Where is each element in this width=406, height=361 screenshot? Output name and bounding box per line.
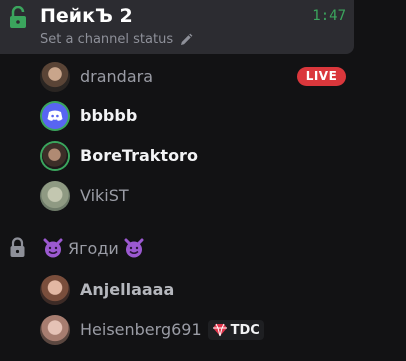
username: drandara xyxy=(80,67,154,86)
pencil-icon xyxy=(181,33,193,45)
voice-channel-yagodi[interactable]: Ягоди xyxy=(0,232,354,264)
avatar xyxy=(40,62,70,92)
call-timer: 1:47 xyxy=(312,8,346,24)
voice-user-anjellaaaa[interactable]: Anjellaaaa xyxy=(40,273,174,307)
channel-name: ПейкЪ 2 xyxy=(40,5,133,27)
set-channel-status[interactable]: Set a channel status xyxy=(40,32,193,48)
voice-user-drandara[interactable]: drandara xyxy=(40,60,153,94)
gem-icon xyxy=(212,323,227,337)
voice-channel-list: ПейкЪ 2 1:47 Set a channel status dranda… xyxy=(0,0,406,361)
active-voice-channel[interactable]: ПейкЪ 2 1:47 Set a channel status xyxy=(0,0,354,54)
username: VikiST xyxy=(80,186,129,205)
channel-name: Ягоди xyxy=(42,237,145,259)
username: bbbbb xyxy=(80,106,138,125)
avatar xyxy=(40,181,70,211)
tag-text: TDC xyxy=(230,322,260,338)
username: Heisenberg691 xyxy=(80,320,202,339)
username: BoreTraktoro xyxy=(80,146,198,165)
discord-logo-icon xyxy=(47,110,63,121)
live-badge[interactable]: LIVE xyxy=(297,67,346,86)
voice-user-boretraktoro[interactable]: BoreTraktoro xyxy=(40,139,198,173)
avatar xyxy=(42,103,68,129)
avatar xyxy=(40,275,70,305)
voice-user-heisenberg691[interactable]: Heisenberg691 TDC xyxy=(40,313,264,347)
smiling-imp-emoji-icon xyxy=(124,238,144,258)
voice-user-bbbbb[interactable]: bbbbb xyxy=(40,99,137,133)
avatar xyxy=(40,315,70,345)
voice-user-vikist[interactable]: VikiST xyxy=(40,179,129,213)
server-tag-badge[interactable]: TDC xyxy=(207,320,264,340)
lock-open-icon xyxy=(10,6,26,28)
lock-icon xyxy=(10,237,25,257)
status-placeholder: Set a channel status xyxy=(40,32,174,47)
channel-name-text: Ягоди xyxy=(68,238,119,258)
smiling-imp-emoji-icon xyxy=(43,238,63,258)
avatar xyxy=(42,143,68,169)
username: Anjellaaaa xyxy=(80,280,175,299)
